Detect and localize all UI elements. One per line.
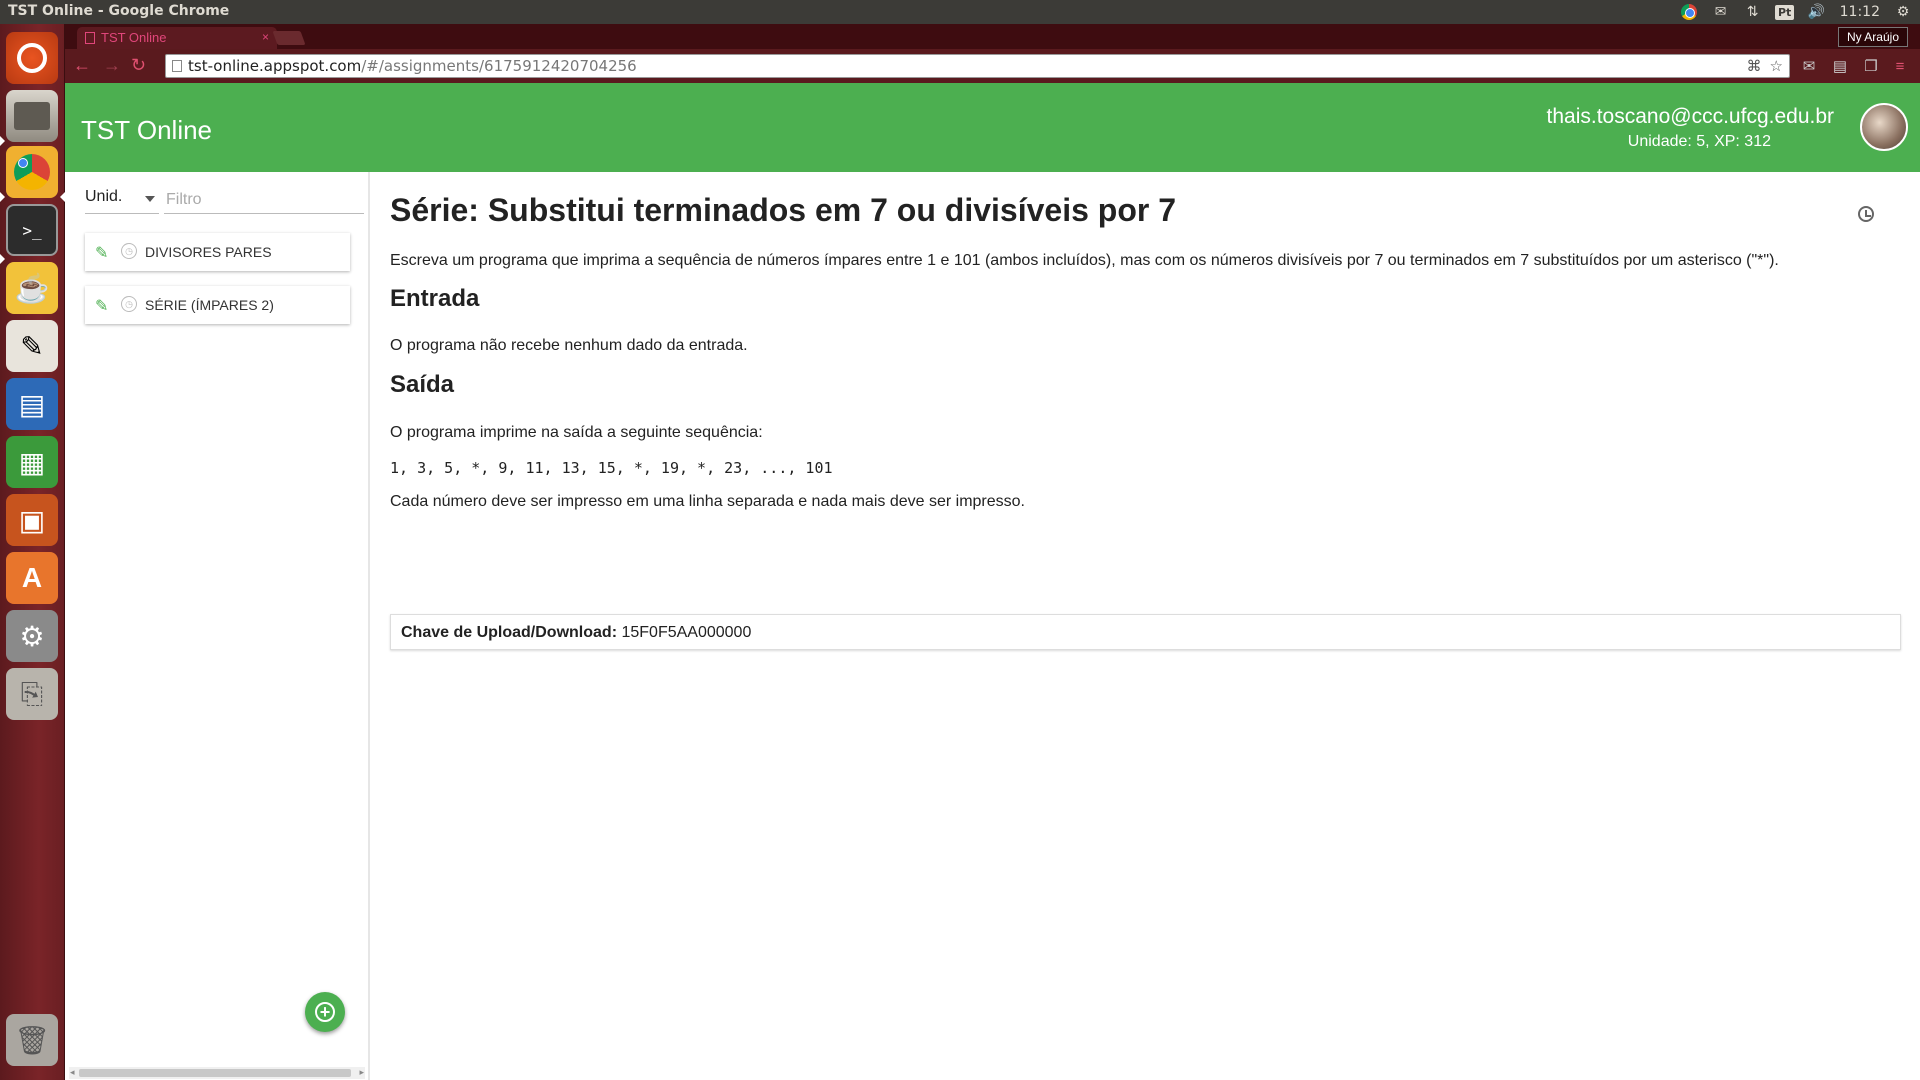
plus-icon: +: [315, 1002, 335, 1022]
tab-title: TST Online: [101, 30, 167, 45]
browser-toolbar: ← → ↻ tst-online.appspot.com/#/assignmen…: [65, 49, 1920, 83]
app-title[interactable]: TST Online: [81, 115, 212, 146]
filter-input[interactable]: [164, 186, 364, 214]
pencil-icon: ✎: [95, 298, 109, 315]
user-stats: Unidade: 5, XP: 312: [1627, 133, 1771, 150]
user-email: thais.toscano@ccc.ufcg.edu.br: [1546, 105, 1834, 128]
keyboard-layout-icon[interactable]: Pt: [1774, 3, 1795, 21]
chevron-down-icon: [145, 196, 155, 202]
scroll-left-icon[interactable]: ◂: [70, 1067, 75, 1078]
page-info-icon[interactable]: [172, 60, 182, 72]
close-tab-icon[interactable]: ×: [262, 30, 269, 44]
extension-tabs-icon[interactable]: ▤: [1831, 57, 1849, 75]
scroll-right-icon[interactable]: ▸: [359, 1067, 364, 1078]
input-heading: Entrada: [390, 285, 480, 312]
volume-icon[interactable]: 🔊: [1808, 3, 1826, 21]
assignment-label: DIVISORES PARES: [145, 244, 272, 260]
tab-strip: TST Online × Ny Araújo: [65, 24, 1920, 49]
forward-arrow-icon[interactable]: →: [103, 55, 121, 76]
browser-tab[interactable]: TST Online ×: [77, 27, 277, 49]
app-header: TST Online thais.toscano@ccc.ufcg.edu.br…: [65, 83, 1920, 172]
scrollbar-thumb[interactable]: [79, 1069, 351, 1077]
back-arrow-icon[interactable]: ←: [73, 55, 91, 76]
menu-icon[interactable]: ≡: [1891, 57, 1909, 75]
trash-icon[interactable]: 🗑: [6, 1014, 58, 1066]
unit-select-label: Unid.: [85, 188, 123, 205]
address-bar[interactable]: tst-online.appspot.com/#/assignments/617…: [165, 54, 1790, 78]
writer-icon[interactable]: ▤: [6, 378, 58, 430]
terminal-icon[interactable]: >_: [6, 204, 58, 256]
sidebar: Unid. ✎ ◷ DIVISORES PARES ✎ ◷ SÉRIE (ÍMP…: [65, 172, 370, 1080]
history-icon[interactable]: [1858, 206, 1874, 222]
impress-icon[interactable]: ▣: [6, 494, 58, 546]
avatar[interactable]: [1860, 103, 1908, 151]
clock-icon: ◷: [121, 243, 137, 259]
input-text: O programa não recebe nenhum dado da ent…: [390, 337, 748, 354]
clock-icon: ◷: [121, 296, 137, 312]
translate-icon[interactable]: ⌘: [1747, 57, 1762, 75]
launcher: >_ ☕ ✎ ▤ ▦ ▣ A ⚙ ⎘ 🗑: [0, 24, 65, 1080]
new-tab-button[interactable]: [272, 31, 306, 45]
add-button[interactable]: +: [305, 992, 345, 1032]
page-title: Série: Substitui terminados em 7 ou divi…: [390, 192, 1176, 228]
url-host: tst-online.appspot.com: [188, 57, 362, 75]
page-icon: [85, 32, 95, 44]
reload-icon[interactable]: ↻: [131, 55, 146, 76]
unit-select[interactable]: Unid.: [85, 188, 159, 214]
files-icon[interactable]: [6, 90, 58, 142]
clock[interactable]: 11:12: [1840, 4, 1880, 20]
url-path: /#/assignments/6175912420704256: [361, 57, 637, 75]
network-icon[interactable]: ⇅: [1744, 3, 1762, 21]
text-editor-icon[interactable]: ✎: [6, 320, 58, 372]
extension-window-icon[interactable]: ❐: [1862, 57, 1880, 75]
window-title: TST Online - Google Chrome: [8, 3, 230, 19]
horizontal-scrollbar[interactable]: ◂ ▸: [69, 1067, 365, 1079]
chrome-tray-icon[interactable]: [1680, 3, 1698, 21]
messaging-icon[interactable]: ✉: [1712, 3, 1730, 21]
settings-icon[interactable]: ⚙: [6, 610, 58, 662]
pencil-icon: ✎: [95, 245, 109, 262]
upload-key-box: Chave de Upload/Download: 15F0F5AA000000: [390, 614, 1901, 650]
ubuntu-logo-icon[interactable]: [6, 32, 58, 84]
key-label: Chave de Upload/Download:: [401, 624, 618, 641]
teapot-icon[interactable]: ☕: [6, 262, 58, 314]
top-panel: TST Online - Google Chrome ✉ ⇅ Pt 🔊 11:1…: [0, 0, 1920, 24]
description: Escreva um programa que imprima a sequên…: [390, 252, 1779, 269]
software-center-icon[interactable]: A: [6, 552, 58, 604]
profile-button[interactable]: Ny Araújo: [1837, 27, 1908, 47]
output-sequence: 1, 3, 5, *, 9, 11, 13, 15, *, 19, *, 23,…: [390, 459, 833, 477]
calc-icon[interactable]: ▦: [6, 436, 58, 488]
gear-icon[interactable]: ⚙: [1894, 3, 1912, 21]
output-heading: Saída: [390, 371, 455, 398]
usb-drive-icon[interactable]: ⎘: [6, 668, 58, 720]
extension-chat-icon[interactable]: ✉: [1800, 57, 1818, 75]
assignment-item[interactable]: ✎ ◷ SÉRIE (ÍMPARES 2): [85, 286, 350, 324]
assignment-label: SÉRIE (ÍMPARES 2): [145, 297, 274, 313]
output-text: O programa imprime na saída a seguinte s…: [390, 424, 763, 441]
chrome-icon[interactable]: [6, 146, 58, 198]
bookmark-star-icon[interactable]: ☆: [1770, 57, 1783, 75]
system-tray: ✉ ⇅ Pt 🔊 11:12 ⚙: [1680, 0, 1912, 24]
output-note: Cada número deve ser impresso em uma lin…: [390, 493, 1025, 510]
assignment-item[interactable]: ✎ ◷ DIVISORES PARES: [85, 233, 350, 271]
key-value: 15F0F5AA000000: [621, 624, 752, 641]
app: TST Online thais.toscano@ccc.ufcg.edu.br…: [65, 83, 1920, 1080]
